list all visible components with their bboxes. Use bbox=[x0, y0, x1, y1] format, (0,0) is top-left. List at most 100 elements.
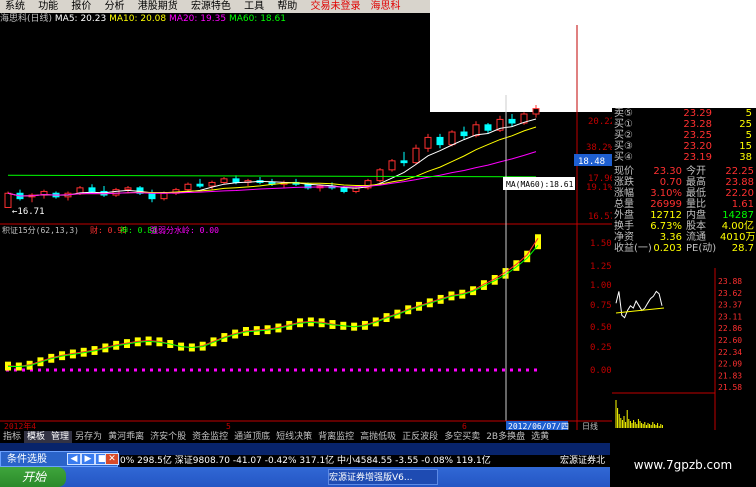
stat-key: 收益(一) bbox=[614, 243, 652, 254]
stat-key: PE(动) bbox=[686, 243, 717, 254]
indicator-tab[interactable]: 选黄 bbox=[528, 431, 552, 443]
pct-label: 38.2% bbox=[586, 143, 612, 153]
ind-axis-label: 1.00 bbox=[590, 281, 612, 291]
intraday-mini-chart[interactable]: 23.88 23.62 23.37 23.11 22.86 22.60 22.34 22.09… bbox=[612, 268, 756, 430]
candle-body bbox=[508, 118, 516, 124]
stat-key: 现价 bbox=[614, 166, 634, 177]
stat-value: 22.20 bbox=[725, 188, 754, 199]
zero-line-dot bbox=[270, 368, 273, 372]
zero-line-dot bbox=[70, 368, 73, 372]
quote-stat-row: 净资 3.36 流通 4010万 bbox=[614, 232, 756, 243]
quote-stat-row: 换手 6.73% 股本 4.00亿 bbox=[614, 221, 754, 232]
ob-price: 23.28 bbox=[683, 119, 712, 130]
main-chart[interactable]: 20.22 38.2% 18.48 17.96 19.1% 16.57 ←16.… bbox=[0, 25, 615, 431]
stat-value: 26999 bbox=[650, 199, 682, 210]
zero-line-dot bbox=[494, 368, 497, 372]
chart-canvas[interactable]: 20.22 38.2% 18.48 17.96 19.1% 16.57 ←16.… bbox=[0, 25, 615, 431]
candle-body bbox=[532, 108, 540, 115]
zero-line-dot bbox=[502, 368, 505, 372]
stat-value: 3.36 bbox=[659, 232, 682, 243]
zero-line-dot bbox=[430, 368, 433, 372]
taskbar-app-item[interactable]: 宏源证券增强版V6... bbox=[328, 469, 438, 485]
zero-line-dot bbox=[302, 368, 305, 372]
zero-line-dot bbox=[286, 368, 289, 372]
zero-line-dot bbox=[390, 368, 393, 372]
stat-key: 今开 bbox=[686, 166, 706, 177]
ma5-label: MA5: 20.23 bbox=[54, 14, 107, 24]
indicator-tab[interactable]: 济安个股 bbox=[147, 431, 189, 443]
stat-value: 3.10% bbox=[650, 188, 682, 199]
mini-axis-label: 23.62 bbox=[718, 289, 742, 298]
indicator-tab[interactable]: 另存为 bbox=[72, 431, 105, 443]
menu-item-system[interactable]: 系统 bbox=[0, 0, 30, 13]
start-label: 开始 bbox=[22, 470, 47, 484]
order-book-row: 买③ 23.20 15 bbox=[614, 141, 752, 152]
order-book-row: 买④ 23.19 38 bbox=[614, 152, 752, 163]
indicator-tab[interactable]: 高抛低吸 bbox=[357, 431, 399, 443]
zero-line-dot bbox=[134, 368, 137, 372]
menu-item-hk-futures[interactable]: 港股期货 bbox=[133, 0, 183, 13]
broker-label: 宏源证券北 bbox=[560, 455, 612, 467]
x-axis-label: 6 bbox=[462, 422, 467, 430]
mini-axis-label: 22.34 bbox=[718, 348, 742, 357]
indicator-tab[interactable]: 短线决策 bbox=[273, 431, 315, 443]
zero-line-dot bbox=[326, 368, 329, 372]
zero-line-dot bbox=[414, 368, 417, 372]
stat-key: 总量 bbox=[614, 199, 634, 210]
menu-item-hongyuan[interactable]: 宏源特色 bbox=[186, 0, 236, 13]
menu-item-function[interactable]: 功能 bbox=[33, 0, 63, 13]
zero-line-dot bbox=[438, 368, 441, 372]
candle-body bbox=[184, 183, 192, 191]
zero-line-dot bbox=[358, 368, 361, 372]
period-tab[interactable]: 日线 bbox=[582, 421, 612, 431]
low-marker: ←16.71 bbox=[12, 207, 45, 217]
trade-status[interactable]: 交易未登录 bbox=[306, 0, 366, 13]
indicator-tab[interactable]: 2B多换盘 bbox=[483, 431, 528, 443]
zero-line-dot bbox=[158, 368, 161, 372]
indicator-tab-bar: 指标 模板 管理 另存为 黄河乖离 济安个股 资金监控 通道顶底 短线决策 背离监控 高抛低吸 正反波… bbox=[0, 431, 612, 443]
order-book-row: 买② 23.25 5 bbox=[614, 130, 752, 141]
indicator-tab[interactable]: 模板 bbox=[24, 431, 49, 443]
zero-line-dot bbox=[246, 368, 249, 372]
ma60-line bbox=[7, 174, 537, 178]
chart-title-bar: 海思科(日线) MA5: 20.23 MA10: 20.08 MA20: 19.… bbox=[0, 14, 430, 25]
indicator-tab[interactable]: 通道顶底 bbox=[231, 431, 273, 443]
indicator-tab[interactable]: 正反波段 bbox=[399, 431, 441, 443]
indicator-tab[interactable]: 管理 bbox=[48, 431, 73, 443]
mini-axis-label: 21.58 bbox=[718, 383, 742, 392]
indicator-layer bbox=[5, 234, 541, 372]
zero-line-dot bbox=[150, 368, 153, 372]
condition-select-box[interactable]: 条件选股 ◀ ▶ ■ ✕ bbox=[0, 451, 119, 467]
start-button[interactable]: 开始 bbox=[0, 467, 66, 487]
stat-value: 4010万 bbox=[720, 232, 756, 243]
indicator-tab[interactable]: 指标 bbox=[0, 431, 24, 443]
mini-axis-label: 21.83 bbox=[718, 371, 742, 380]
zero-line-dot bbox=[510, 368, 513, 372]
mini-axis-label: 22.86 bbox=[718, 324, 742, 333]
indicator-tab[interactable]: 资金监控 bbox=[189, 431, 231, 443]
candle-body bbox=[196, 183, 204, 187]
ob-label: 买③ bbox=[614, 141, 633, 152]
candle-body bbox=[376, 169, 384, 182]
next-button[interactable]: ▶ bbox=[81, 453, 95, 465]
zero-line-dot bbox=[110, 368, 113, 372]
menu-item-help[interactable]: 帮助 bbox=[272, 0, 302, 13]
prev-button[interactable]: ◀ bbox=[67, 453, 81, 465]
stat-key: 换手 bbox=[614, 221, 634, 232]
zero-line-dot bbox=[46, 368, 49, 372]
stat-value: 22.25 bbox=[725, 166, 754, 177]
indicator-tab[interactable]: 背离监控 bbox=[315, 431, 357, 443]
x-axis-label: 5 bbox=[226, 422, 231, 430]
zero-line-dot bbox=[62, 368, 65, 372]
close-button[interactable]: ✕ bbox=[105, 453, 119, 465]
mini-axis-label: 23.88 bbox=[718, 277, 742, 286]
indicator-tab[interactable]: 多空买卖 bbox=[441, 431, 483, 443]
zero-line-dot bbox=[366, 368, 369, 372]
zero-line-dot bbox=[382, 368, 385, 372]
menu-item-quote[interactable]: 报价 bbox=[66, 0, 96, 13]
ob-label: 买① bbox=[614, 119, 633, 130]
menu-item-tools[interactable]: 工具 bbox=[239, 0, 269, 13]
mini-canvas: 23.88 23.62 23.37 23.11 22.86 22.60 22.34 22.09… bbox=[612, 268, 756, 430]
indicator-tab[interactable]: 黄河乖离 bbox=[105, 431, 147, 443]
menu-item-analysis[interactable]: 分析 bbox=[100, 0, 130, 13]
